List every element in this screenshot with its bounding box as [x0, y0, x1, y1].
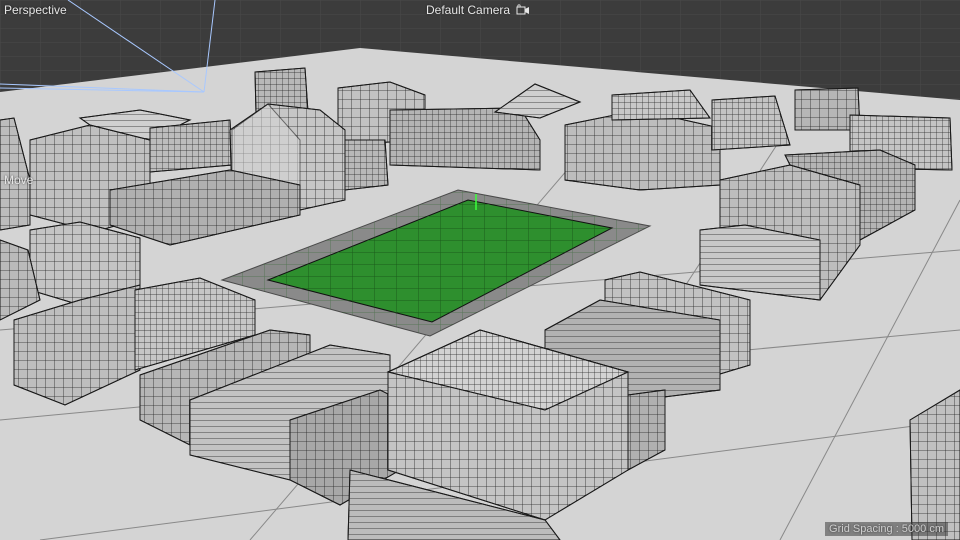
- grid-spacing-readout: Grid Spacing : 5000 cm: [825, 522, 948, 536]
- active-tool-label: Move: [4, 173, 34, 187]
- projection-label[interactable]: Perspective: [4, 3, 67, 17]
- camera-selector[interactable]: Default Camera: [426, 3, 530, 17]
- scene-canvas[interactable]: [0, 0, 960, 540]
- 3d-viewport[interactable]: Perspective Default Camera Move Grid Spa…: [0, 0, 960, 540]
- camera-icon[interactable]: [516, 4, 530, 16]
- camera-label-text: Default Camera: [426, 3, 511, 17]
